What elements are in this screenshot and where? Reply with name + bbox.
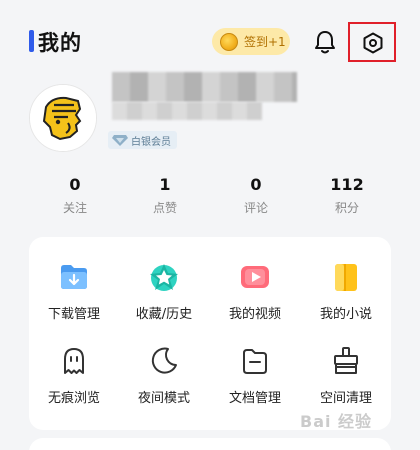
- stat-value: 0: [69, 175, 81, 194]
- moon-icon: [151, 347, 177, 374]
- tool-my-novels[interactable]: 我的小说: [301, 261, 391, 322]
- stat-label: 积分: [334, 201, 359, 215]
- secondary-card: [29, 438, 391, 450]
- settings-button[interactable]: [348, 22, 396, 62]
- bell-icon[interactable]: [311, 28, 339, 56]
- video-icon: [241, 266, 269, 288]
- tool-space-cleanup[interactable]: 空间清理: [301, 345, 391, 406]
- tool-label: 夜间模式: [137, 391, 190, 406]
- tool-label: 无痕浏览: [47, 391, 100, 406]
- ghost-icon: [64, 348, 84, 374]
- tool-my-videos[interactable]: 我的视频: [210, 261, 300, 322]
- tool-favorites-history[interactable]: 收藏/历史: [119, 261, 209, 322]
- tool-download-manager[interactable]: 下载管理: [29, 261, 119, 322]
- coin-icon: [220, 32, 238, 51]
- member-badge-label: 白银会员: [131, 136, 171, 148]
- cleanup-icon: [334, 347, 358, 374]
- stat-value: 1: [159, 175, 171, 194]
- title-accent-bar: [29, 30, 34, 52]
- stat-label: 评论: [243, 201, 268, 215]
- signin-label: 签到+1: [244, 35, 286, 49]
- stat-value: 112: [330, 175, 364, 194]
- tool-document-manager[interactable]: 文档管理: [210, 345, 300, 406]
- member-badge[interactable]: 白银会员: [108, 131, 177, 149]
- stat-label: 关注: [62, 201, 87, 215]
- stat-following[interactable]: 0 关注: [35, 175, 115, 216]
- page-title: 我的: [38, 31, 82, 55]
- tool-label: 下载管理: [47, 307, 100, 322]
- stat-value: 0: [250, 175, 262, 194]
- stat-comments[interactable]: 0 评论: [216, 175, 296, 216]
- stat-likes[interactable]: 1 点赞: [125, 175, 205, 216]
- tool-label: 文档管理: [228, 391, 281, 406]
- download-folder-icon: [61, 265, 87, 289]
- tool-label: 收藏/历史: [135, 307, 193, 322]
- stat-label: 点赞: [152, 201, 177, 215]
- star-icon: [150, 264, 178, 291]
- tool-night-mode[interactable]: 夜间模式: [119, 345, 209, 406]
- stat-points[interactable]: 112 积分: [307, 175, 387, 216]
- signin-button[interactable]: 签到+1: [212, 28, 290, 55]
- tool-label: 我的视频: [228, 307, 281, 322]
- user-id-redacted: [112, 102, 262, 120]
- tool-incognito[interactable]: 无痕浏览: [29, 345, 119, 406]
- document-folder-icon: [243, 349, 267, 374]
- tool-label: 我的小说: [319, 307, 372, 322]
- tool-label: 空间清理: [319, 391, 372, 406]
- watermark: Bai 经验: [300, 412, 373, 431]
- username-redacted: [112, 72, 297, 102]
- avatar[interactable]: [29, 84, 97, 152]
- book-icon: [335, 264, 357, 291]
- diamond-icon: [112, 135, 128, 146]
- avatar-face-icon: [30, 85, 96, 151]
- gear-icon: [363, 32, 383, 54]
- tools-card: 下载管理 收藏/历史 我的视频 我的小说 无痕浏览 夜间模式 文档管理 空间清理: [29, 237, 391, 430]
